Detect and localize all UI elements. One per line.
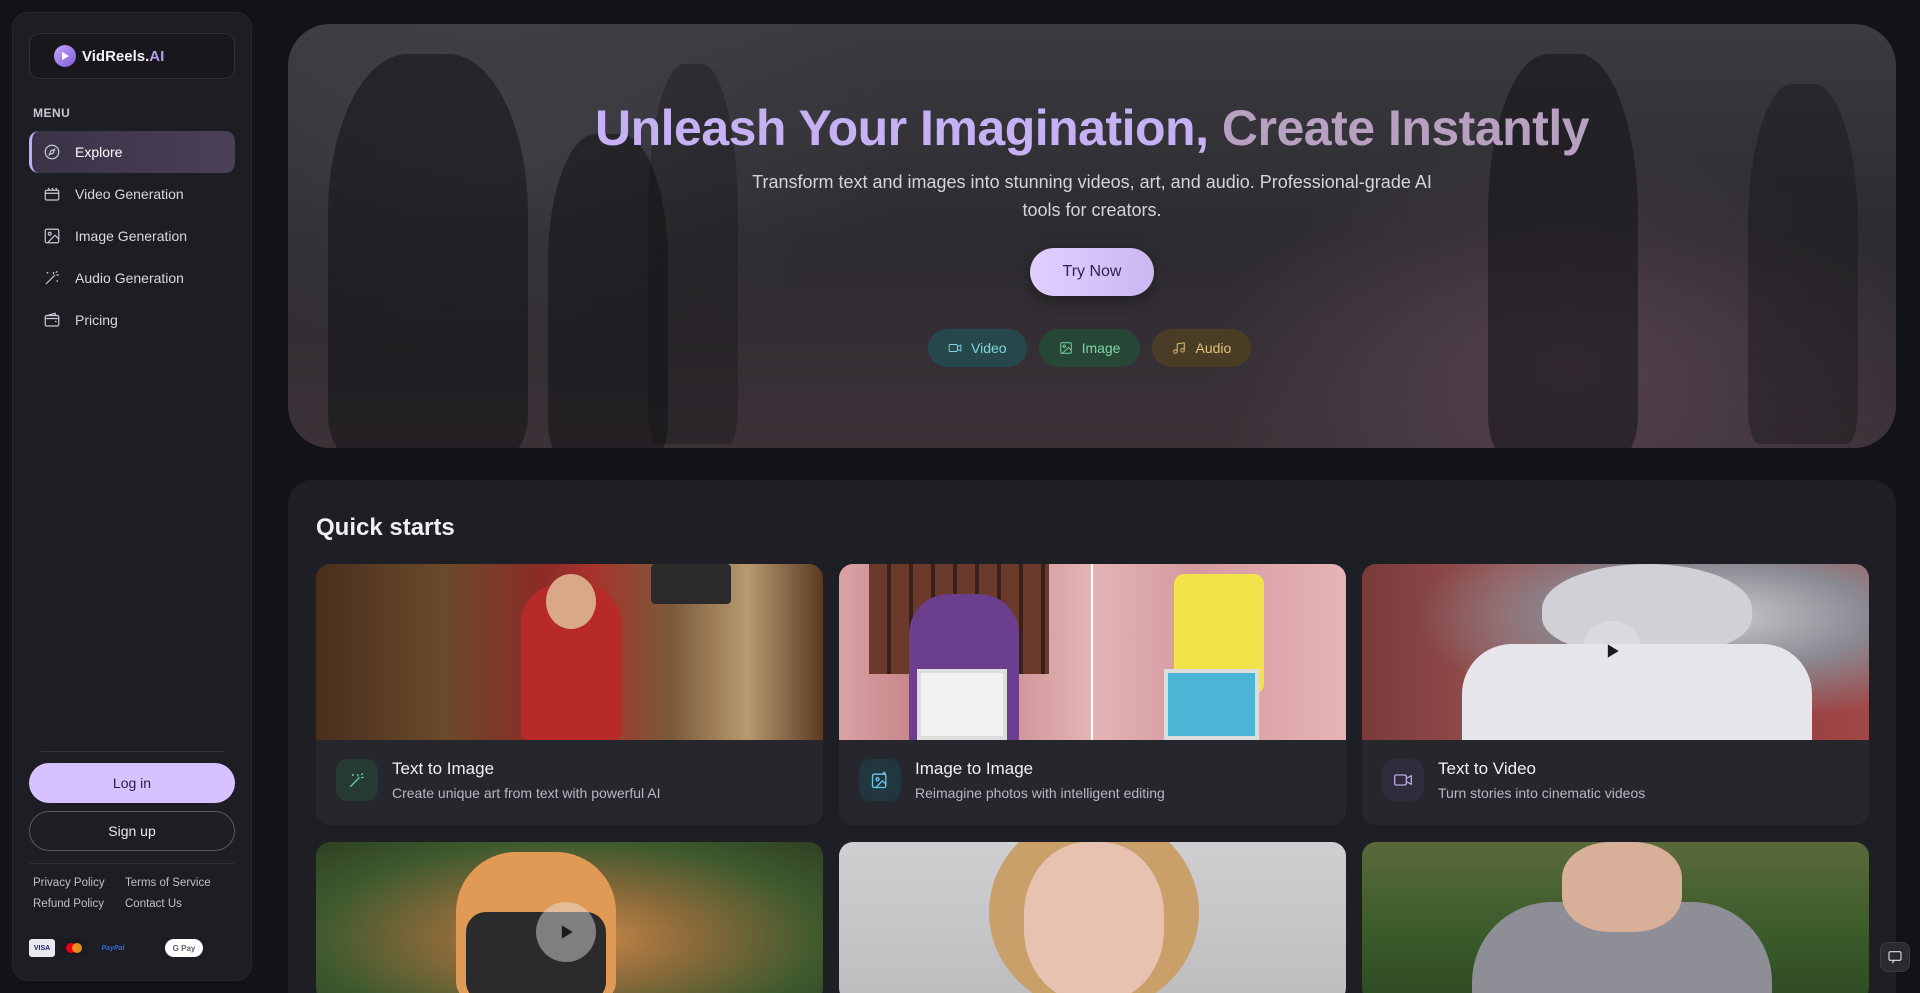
chip-label: Video [971, 340, 1007, 356]
card-image-to-image[interactable]: Image to Image Reimagine photos with int… [839, 564, 1346, 825]
thumbnail-divider [1091, 564, 1093, 740]
brand-name: VidReels.AI [82, 47, 165, 65]
visa-icon: VISA [29, 939, 55, 957]
sidebar-item-label: Image Generation [75, 228, 188, 244]
card-title: Image to Image [915, 759, 1034, 778]
brand-logo[interactable]: VidReels.AI [29, 33, 235, 79]
divider [41, 751, 225, 752]
apple-pay-icon [139, 939, 159, 957]
card-thumbnail-portrait[interactable] [839, 842, 1346, 993]
hero-banner: Unleash Your Imagination, Create Instant… [288, 24, 1896, 448]
mastercard-icon [61, 939, 87, 957]
compass-icon [43, 143, 61, 161]
card-thumbnail [839, 564, 1346, 740]
footer-links: Privacy Policy Terms of Service Refund P… [33, 877, 233, 910]
chip-label: Image [1081, 340, 1121, 356]
play-icon [1607, 644, 1619, 658]
play-icon [561, 925, 573, 939]
sidebar-item-image-generation[interactable]: Image Generation [29, 215, 235, 257]
thumbnail-detail [917, 669, 1007, 740]
sidebar-item-explore[interactable]: Explore [29, 131, 235, 173]
image-icon [43, 227, 61, 245]
play-button[interactable] [1582, 621, 1642, 681]
thumbnail-detail [546, 574, 596, 629]
try-now-button[interactable]: Try Now [1030, 248, 1154, 296]
card-meta: Image to Image Reimagine photos with int… [859, 759, 1165, 801]
sidebar-item-label: Explore [75, 144, 123, 160]
sidebar-item-audio-generation[interactable]: Audio Generation [29, 257, 235, 299]
contact-us-link[interactable]: Contact Us [125, 898, 225, 910]
video-card-icon [43, 185, 61, 203]
card-title: Text to Video [1438, 759, 1536, 778]
chip-audio[interactable]: Audio [1152, 329, 1252, 367]
music-note-icon [1173, 342, 1186, 354]
category-chips: Video Image Audio [928, 329, 1252, 367]
privacy-policy-link[interactable]: Privacy Policy [33, 877, 125, 889]
chip-video[interactable]: Video [928, 329, 1027, 367]
thumbnail-figure [1542, 564, 1752, 654]
thumbnail-figure [1562, 842, 1682, 932]
image-edit-icon [859, 759, 901, 801]
card-meta: Text to Image Create unique art from tex… [336, 759, 660, 801]
sidebar-item-label: Video Generation [75, 186, 184, 202]
quick-starts-section: Quick starts Text to Image Create unique… [288, 480, 1896, 993]
sidebar-item-video-generation[interactable]: Video Generation [29, 173, 235, 215]
hero-title: Unleash Your Imagination, Create Instant… [594, 100, 1590, 156]
magic-wand-icon [43, 269, 61, 287]
hero-subtitle: Transform text and images into stunning … [752, 172, 1432, 220]
play-logo-icon [54, 45, 76, 67]
payment-methods: VISA PayPal G Pay [29, 939, 203, 957]
wallet-icon [43, 311, 61, 329]
sidebar-nav: Explore Video Generation Image Generatio… [29, 131, 235, 341]
card-thumbnail [316, 564, 823, 740]
sidebar-item-pricing[interactable]: Pricing [29, 299, 235, 341]
card-text-to-video[interactable]: Text to Video Turn stories into cinemati… [1362, 564, 1869, 825]
card-meta: Text to Video Turn stories into cinemati… [1382, 759, 1645, 801]
card-thumbnail [1362, 564, 1869, 740]
menu-title: MENU [33, 106, 71, 120]
sparkle-wand-icon [336, 759, 378, 801]
signup-button[interactable]: Sign up [29, 811, 235, 851]
sidebar: VidReels.AI MENU Explore Video Generatio… [12, 12, 252, 981]
thumbnail-detail [1164, 669, 1259, 740]
sidebar-item-label: Audio Generation [75, 270, 184, 286]
thumbnail-detail [651, 564, 731, 604]
paypal-icon: PayPal [101, 944, 125, 952]
play-button[interactable] [536, 902, 596, 962]
login-button[interactable]: Log in [29, 763, 235, 803]
sidebar-item-label: Pricing [75, 312, 118, 328]
video-camera-icon [1382, 759, 1424, 801]
refund-policy-link[interactable]: Refund Policy [33, 898, 125, 910]
thumbnail-figure [1024, 842, 1164, 993]
chat-button[interactable] [1880, 942, 1910, 972]
card-description: Turn stories into cinematic videos [1438, 785, 1646, 801]
card-description: Create unique art from text with powerfu… [392, 785, 661, 801]
card-thumbnail-football-player[interactable] [1362, 842, 1869, 993]
chat-icon [1888, 951, 1902, 964]
section-title: Quick starts [316, 514, 455, 541]
terms-of-service-link[interactable]: Terms of Service [125, 877, 225, 889]
card-title: Text to Image [392, 759, 495, 778]
card-description: Reimagine photos with intelligent editin… [915, 785, 1165, 801]
image-icon [1059, 342, 1072, 354]
card-thumbnail-cat-guitar[interactable] [316, 842, 823, 993]
chip-image[interactable]: Image [1038, 329, 1141, 367]
google-pay-icon: G Pay [165, 939, 203, 957]
divider [29, 863, 235, 864]
chip-label: Audio [1195, 340, 1232, 356]
video-camera-icon [948, 344, 962, 352]
card-text-to-image[interactable]: Text to Image Create unique art from tex… [316, 564, 823, 825]
